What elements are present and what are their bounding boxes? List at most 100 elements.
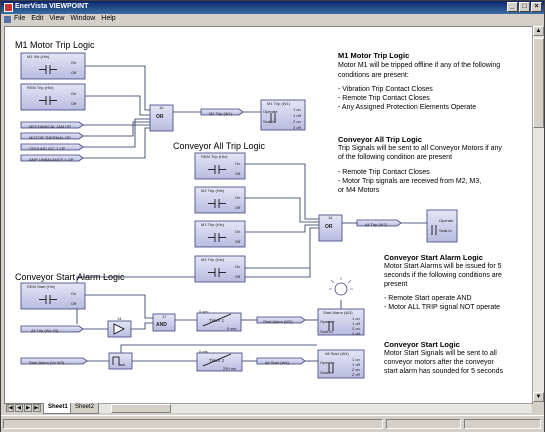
menu-view[interactable]: View: [49, 15, 64, 22]
port-2off: 2 off: [293, 125, 301, 130]
heading-conveyor-all-trip: Conveyor All Trip Logic: [173, 141, 266, 151]
port-on: On: [71, 291, 77, 296]
port-off: Off: [235, 205, 241, 210]
window-title: EnerVista VIEWPOINT: [15, 3, 89, 10]
close-button[interactable]: ×: [531, 2, 542, 12]
timer2-block[interactable]: Timer 2: [209, 358, 224, 363]
hscroll-thumb[interactable]: [111, 404, 171, 413]
logic-canvas[interactable]: M1 Motor Trip Logic Conveyor All Trip Lo…: [4, 26, 533, 404]
m1-trip-relay[interactable]: M1 Trip (W1): [267, 101, 290, 106]
port-on: On: [235, 229, 241, 234]
timer1-pickup: 0 sec: [199, 309, 209, 314]
desc-start-alarm-line: Motor Start Alarms will be issued for 5: [384, 263, 502, 270]
minimize-button[interactable]: _: [507, 2, 518, 12]
rem-trip-m1-block[interactable]: REM Trip (HIx): [27, 85, 53, 90]
scroll-thumb[interactable]: [533, 38, 544, 128]
port-on: On: [235, 264, 241, 269]
desc-start-title: Conveyor Start Logic: [384, 340, 460, 349]
port-off: Off: [235, 274, 241, 279]
app-window: EnerVista VIEWPOINT _ □ × File Edit View…: [0, 0, 545, 432]
timer1-block[interactable]: Timer 1: [209, 318, 224, 323]
desc-start-line: start alarm has sounded for 5 seconds: [384, 368, 504, 375]
scroll-down-icon[interactable]: ▼: [533, 392, 544, 402]
port-on: On: [235, 161, 241, 166]
alarm-bell-icon: [329, 277, 353, 296]
last-sheet-icon[interactable]: ▶|: [33, 404, 41, 412]
timer2-delay: 250 ms: [223, 366, 237, 371]
desc-m1-title: M1 Motor Trip Logic: [338, 51, 410, 60]
desc-m1-line: Motor M1 will be tripped offline if any …: [338, 62, 501, 69]
desc-start-alarm-line: seconds if the following conditions are: [384, 272, 502, 279]
menu-edit[interactable]: Edit: [31, 15, 43, 22]
desc-m1-bullet: - Remote Trip Contact Closes: [338, 95, 430, 102]
m3-trip-block[interactable]: M3 Trip (HIx): [201, 222, 224, 227]
start-alarm-signal[interactable]: Start Alarm (W3): [263, 319, 293, 324]
start-alarm-input[interactable]: Start Alarm (Vx W3): [29, 360, 64, 365]
vertical-scrollbar[interactable]: ▲ ▼: [532, 26, 544, 402]
desc-m1-bullet: - Vibration Trip Contact Closes: [338, 86, 433, 93]
menu-file[interactable]: File: [14, 15, 25, 22]
and-gate[interactable]: AND: [156, 322, 167, 328]
menu-window[interactable]: Window: [70, 15, 95, 22]
amp-unbalance-input[interactable]: AMP UNBALANCE 1 OP: [29, 157, 73, 162]
motor-thermal-input[interactable]: MOTOR THERMAL OP: [29, 135, 71, 140]
maximize-button[interactable]: □: [519, 2, 530, 12]
or-gate-2[interactable]: OR: [325, 224, 333, 230]
port-2off: 2 off: [352, 372, 360, 377]
all-trip-input[interactable]: All Trip (Wx 20): [31, 328, 58, 333]
desc-conveyor-all-title: Conveyor All Trip Logic: [338, 135, 422, 144]
port-off: Off: [71, 301, 77, 306]
app-icon: [4, 3, 13, 12]
and-number: 17: [162, 314, 167, 319]
desc-conveyor-all-line: of the following condition are present: [338, 154, 453, 161]
start-alarm-relay[interactable]: Start Alarm (W3): [323, 310, 353, 315]
m1-vib-block[interactable]: M1 Vib (HIx): [27, 54, 49, 59]
status-cell: [464, 419, 541, 429]
m1-trip-signal[interactable]: M1 Trip (W1): [209, 111, 232, 116]
menu-help[interactable]: Help: [101, 15, 115, 22]
port-1on: 1 on: [293, 107, 301, 112]
all-trip-signal[interactable]: All Trip (W2): [365, 222, 387, 227]
tab-sheet1[interactable]: Sheet1: [43, 403, 73, 414]
port-2on: 2 on: [293, 119, 301, 124]
or2-number: 14: [328, 215, 333, 220]
next-sheet-icon[interactable]: ▶: [24, 404, 32, 412]
port-seal-in: Seal-In: [320, 370, 333, 375]
desc-start-alarm-title: Conveyor Start Alarm Logic: [384, 253, 483, 262]
scroll-up-icon[interactable]: ▲: [533, 26, 544, 36]
m2-trip-block[interactable]: M2 Trip (HIx): [201, 188, 224, 193]
menu-bar: File Edit View Window Help: [1, 14, 544, 25]
or-gate-1[interactable]: OR: [156, 114, 164, 120]
tab-sheet2[interactable]: Sheet2: [70, 403, 100, 414]
desc-conveyor-all-bullet: or M4 Motors: [338, 187, 380, 194]
timer1-delay: 5 sec: [227, 326, 237, 331]
status-cell: [386, 419, 461, 429]
rem-trip-conveyor-block[interactable]: REM Trip (HIx): [201, 154, 227, 159]
port-off: Off: [235, 171, 241, 176]
port-operate: Operate: [439, 218, 454, 223]
desc-conveyor-all-bullet: - Motor Trip signals are received from M…: [338, 178, 482, 185]
or1-number: 10: [159, 105, 164, 110]
all-start-relay[interactable]: All Start (W4): [325, 351, 349, 356]
all-start-signal[interactable]: All Start (W4): [265, 360, 289, 365]
m4-trip-block[interactable]: M4 Trip (HIx): [201, 257, 224, 262]
desc-m1-line: conditions are present:: [338, 72, 409, 79]
desc-conveyor-all-bullet: - Remote Trip Contact Closes: [338, 169, 430, 176]
heading-conveyor-start-alarm: Conveyor Start Alarm Logic: [15, 272, 125, 282]
desc-start-alarm-line: present: [384, 281, 408, 288]
ground-ioc-input[interactable]: GROUND IOC 1 OP: [29, 146, 65, 151]
desc-start-alarm-bullet: - Remote Start operate AND: [384, 295, 472, 302]
desc-m1-bullet: - Any Assigned Protection Elements Opera…: [338, 104, 477, 111]
timer2-pickup: 0 ms: [199, 349, 208, 354]
port-operate: Operate: [320, 319, 335, 324]
port-seal-in: Seal-In: [263, 119, 276, 124]
rem-start-block[interactable]: REM Start (HIx): [27, 284, 55, 289]
port-seal-in: Seal-In: [320, 329, 333, 334]
mechanical-jam-input[interactable]: MECHANICAL JAM OP: [29, 124, 71, 129]
not-gate-number: 14: [117, 316, 122, 321]
port-on: On: [71, 91, 77, 96]
first-sheet-icon[interactable]: |◀: [6, 404, 14, 412]
port-on: On: [235, 195, 241, 200]
prev-sheet-icon[interactable]: ◀: [15, 404, 23, 412]
horizontal-scrollbar[interactable]: [99, 403, 532, 413]
